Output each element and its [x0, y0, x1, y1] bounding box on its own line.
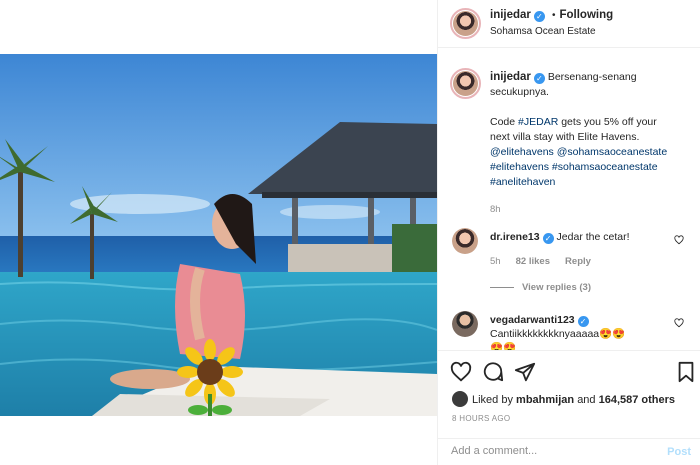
comment-input[interactable]: [451, 445, 651, 457]
caption-promo-rest1: gets you 5% off your: [561, 116, 657, 128]
comment-like-heart-icon[interactable]: [674, 235, 684, 245]
mention-elitehavens[interactable]: @elitehavens: [490, 146, 554, 158]
liked-by-user[interactable]: mbahmijan: [516, 394, 574, 406]
comment-avatar[interactable]: [452, 228, 478, 254]
caption-username[interactable]: inijedar: [490, 71, 531, 83]
comment-text-cont: 😍😍: [490, 342, 517, 350]
comment-likes-count[interactable]: 82 likes: [516, 256, 550, 267]
author-username[interactable]: inijedar: [490, 9, 531, 21]
mention-sohamsaoceanestate[interactable]: @sohamsaoceanestate: [557, 146, 667, 158]
caption-promo-rest2: next villa stay with Elite Havens.: [490, 131, 640, 143]
caption-author-avatar[interactable]: [450, 68, 481, 99]
liked-by-count[interactable]: 164,587 others: [599, 394, 675, 406]
caption-text-line1: Bersenang-senang: [547, 71, 637, 83]
paper-plane-icon[interactable]: [514, 361, 536, 383]
comment-meta-row: 5h 82 likes Reply: [490, 255, 591, 267]
following-button[interactable]: Following: [559, 9, 613, 21]
header-separator: •: [551, 10, 556, 21]
caption-text-line2: secukupnya.: [490, 86, 549, 98]
comment-reply-button[interactable]: Reply: [565, 256, 591, 267]
likes-summary: Liked by mbahmijan and 164,587 others: [452, 391, 675, 407]
header-title-row: inijedar ✓ • Following: [490, 9, 613, 22]
author-avatar[interactable]: [450, 8, 481, 39]
verified-badge-icon: ✓: [577, 316, 589, 327]
add-comment-bar: Post: [438, 438, 700, 465]
comment-avatar[interactable]: [452, 311, 478, 337]
post-media: [0, 0, 437, 465]
verified-badge-icon: ✓: [533, 73, 545, 84]
comment-body: vegadarwanti123 ✓ Cantiikkkkkkkknyaaaaa😍😍…: [490, 313, 675, 350]
comment-age: 5h: [490, 256, 501, 267]
view-replies-link[interactable]: View replies (3): [522, 282, 591, 293]
comment-text: Cantiikkkkkkkknyaaaaa😍😍: [490, 328, 626, 340]
post-actions: Liked by mbahmijan and 164,587 others 8 …: [438, 350, 700, 465]
liked-by-prefix: Liked by: [472, 394, 513, 406]
post-comment-button[interactable]: Post: [667, 446, 691, 458]
caption-promo-prefix: Code: [490, 116, 516, 128]
comment-text: Jedar the cetar!: [556, 231, 630, 243]
comment-icon[interactable]: [482, 361, 504, 383]
comment-avatar-image: [452, 228, 478, 254]
comments-section[interactable]: inijedar ✓ Bersenang-senang secukupnya. C…: [438, 48, 700, 350]
comment-username[interactable]: dr.irene13: [490, 231, 540, 243]
caption-age: 8h: [490, 204, 501, 215]
hashtag-elitehavens[interactable]: #elitehavens: [490, 161, 549, 173]
location-link[interactable]: Sohamsa Ocean Estate: [490, 26, 596, 37]
bookmark-icon[interactable]: [675, 361, 697, 383]
caption-avatar-image: [453, 71, 478, 96]
comment-like-heart-icon[interactable]: [674, 318, 684, 328]
caption: inijedar ✓ Bersenang-senang secukupnya. C…: [490, 70, 690, 217]
liked-by-and: and: [577, 394, 596, 406]
verified-badge-icon: ✓: [533, 11, 545, 22]
heart-icon[interactable]: [450, 361, 472, 383]
comment-avatar-image: [452, 311, 478, 337]
hashtag-anelitehaven[interactable]: #anelitehaven: [490, 175, 690, 190]
post-side-panel: inijedar ✓ • Following Sohamsa Ocean Estat…: [437, 0, 700, 465]
post-photo[interactable]: [0, 54, 437, 416]
verified-badge-icon: ✓: [542, 233, 554, 244]
author-avatar-image: [453, 11, 478, 36]
post-header: inijedar ✓ • Following Sohamsa Ocean Estat…: [438, 0, 700, 48]
post-timestamp[interactable]: 8 HOURS AGO: [452, 414, 510, 423]
hashtag-sohamsaoceanestate[interactable]: #sohamsaoceanestate: [552, 161, 658, 173]
view-replies-row[interactable]: View replies (3): [490, 281, 591, 293]
comment-body: dr.irene13 ✓ Jedar the cetar!: [490, 231, 630, 244]
pool-photo-image: [0, 54, 437, 416]
hashtag-jedar[interactable]: #JEDAR: [518, 116, 558, 128]
liker-avatar[interactable]: [452, 391, 468, 407]
comment-username[interactable]: vegadarwanti123: [490, 314, 575, 326]
view-replies-line: [490, 286, 514, 288]
